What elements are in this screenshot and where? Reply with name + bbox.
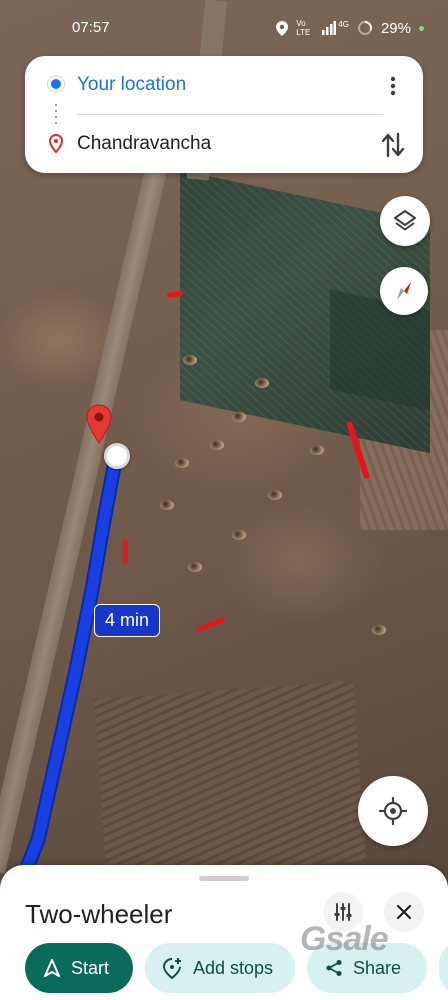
- compass-button[interactable]: [380, 267, 428, 315]
- status-time: 07:57: [72, 19, 110, 36]
- location-icon: [276, 20, 289, 36]
- destination-pin-small-icon: [49, 134, 63, 153]
- share-icon: [325, 959, 343, 977]
- sheet-drag-handle[interactable]: [199, 876, 249, 881]
- status-icons: Vo LTE 4G 29%: [276, 19, 424, 37]
- travel-mode-title: Two-wheeler: [25, 899, 173, 929]
- layers-icon: [394, 210, 416, 231]
- origin-field[interactable]: Your location: [77, 74, 186, 96]
- bottom-sheet: Two-wheeler Start Add stops Share Gsale: [0, 865, 448, 1000]
- my-location-button[interactable]: [358, 776, 428, 846]
- destination-field[interactable]: Chandravancha: [77, 133, 211, 155]
- layers-button[interactable]: [380, 196, 430, 246]
- crosshair-icon: [378, 796, 408, 826]
- swap-directions-icon[interactable]: [379, 130, 407, 160]
- battery-percent: 29%: [380, 19, 411, 37]
- add-stops-button[interactable]: Add stops: [145, 943, 295, 993]
- eta-label: 4 min: [94, 604, 161, 637]
- field-divider: [77, 114, 383, 115]
- share-label: Share: [353, 957, 402, 978]
- add-location-icon: [163, 957, 183, 979]
- battery-ring-icon: [357, 21, 372, 35]
- compass-icon: [397, 282, 411, 300]
- watermark-logo: Gsale: [300, 920, 389, 958]
- origin-row[interactable]: Your location: [25, 64, 423, 108]
- start-button[interactable]: Start: [25, 943, 133, 993]
- notification-dot-icon: [419, 25, 424, 31]
- signal-icon: [322, 21, 337, 35]
- start-label: Start: [71, 957, 110, 978]
- close-button[interactable]: [384, 892, 424, 932]
- tune-icon: [334, 903, 352, 921]
- route-connector: [55, 104, 57, 124]
- close-icon: [396, 904, 412, 920]
- volte-indicator: Vo LTE: [296, 19, 311, 37]
- destination-pin-icon[interactable]: [86, 404, 112, 444]
- status-bar: 07:57 Vo LTE 4G 29%: [0, 0, 448, 56]
- more-actions-button[interactable]: [439, 943, 448, 993]
- more-options-icon[interactable]: [381, 74, 405, 98]
- network-type: 4G: [338, 19, 349, 29]
- destination-row[interactable]: Chandravancha: [25, 122, 423, 166]
- origin-dot-icon: [48, 76, 64, 92]
- directions-card: Your location Chandravancha: [25, 56, 423, 173]
- current-location-dot: [104, 443, 130, 469]
- navigation-arrow-icon: [43, 959, 61, 977]
- add-stops-label: Add stops: [193, 957, 274, 978]
